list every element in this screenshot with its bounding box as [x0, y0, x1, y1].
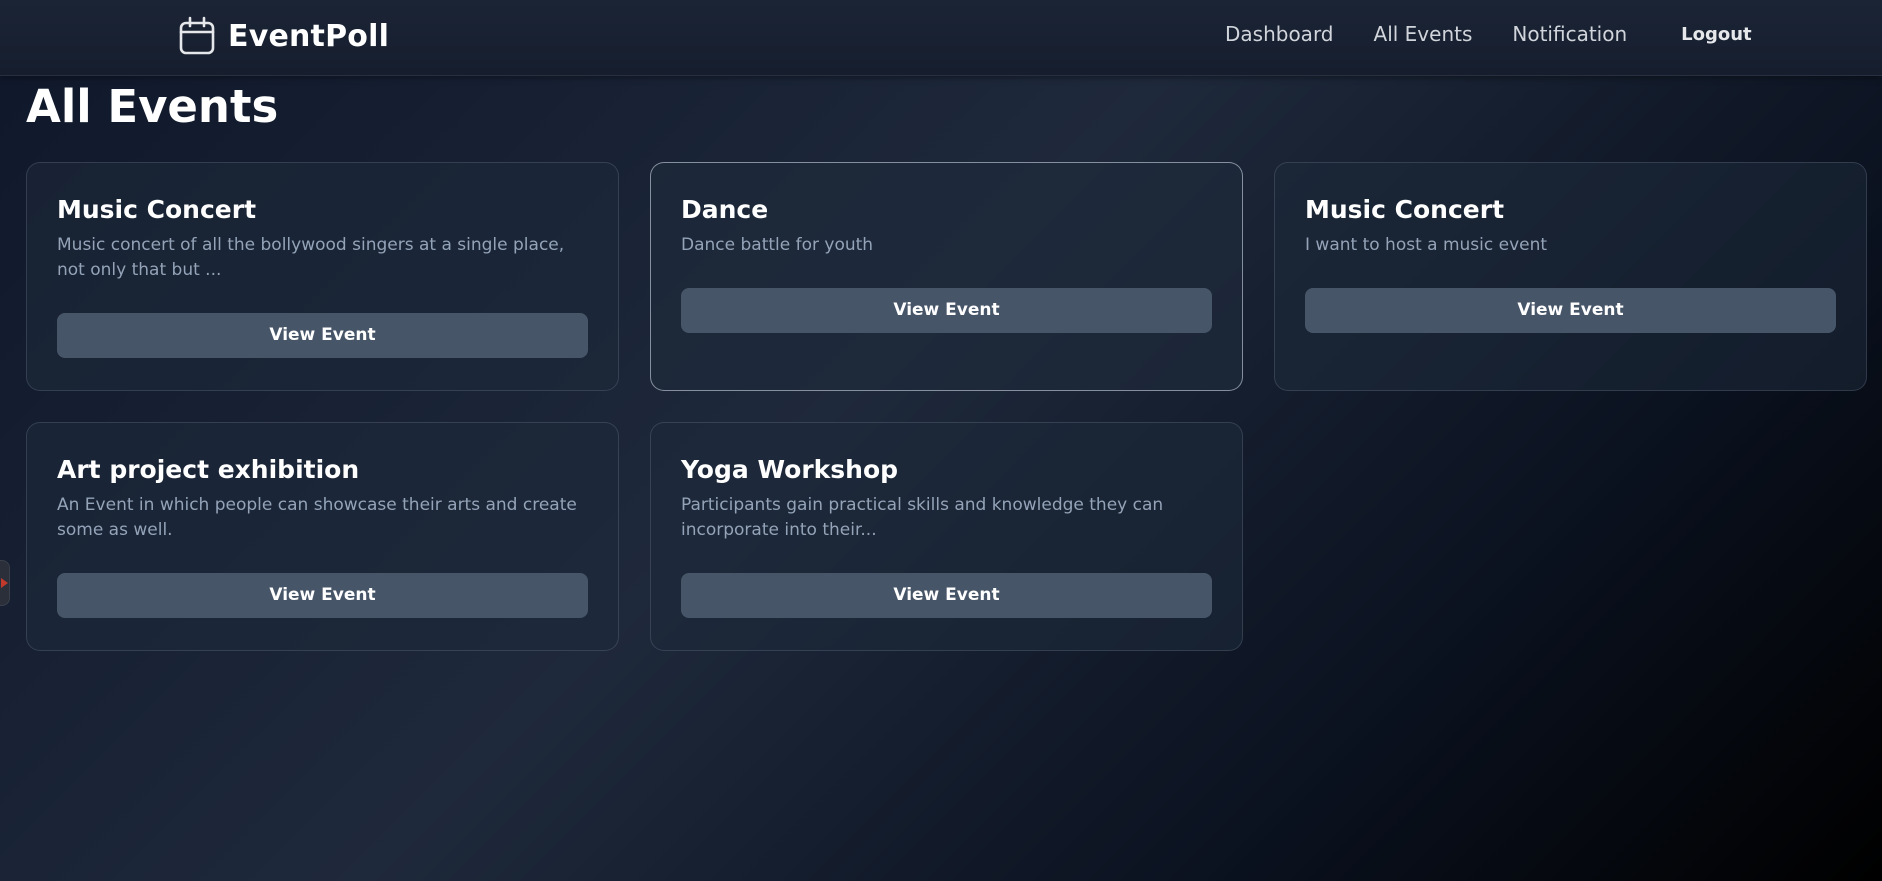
event-description: Participants gain practical skills and k… — [681, 494, 1164, 540]
nav-link-dashboard[interactable]: Dashboard — [1225, 22, 1334, 46]
event-card: Art project exhibition An Event in which… — [26, 422, 619, 651]
brand[interactable]: EventPoll — [178, 14, 389, 58]
nav-links: Dashboard All Events Notification Logout — [1225, 22, 1752, 46]
view-event-button[interactable]: View Event — [681, 572, 1212, 618]
event-description: Dance battle for youth — [681, 234, 874, 255]
event-description: An Event in which people can showcase th… — [57, 494, 577, 540]
brand-name: EventPoll — [228, 18, 390, 54]
event-title: Dance — [681, 195, 769, 224]
logout-button[interactable]: Logout — [1681, 24, 1752, 45]
page-title: All Events — [26, 80, 279, 133]
event-card: Music Concert I want to host a music eve… — [1274, 162, 1867, 391]
side-toggle-tab[interactable] — [0, 560, 10, 606]
event-title: Yoga Workshop — [681, 455, 899, 484]
event-card: Dance Dance battle for youth View Event — [650, 162, 1243, 391]
nav-link-all-events[interactable]: All Events — [1374, 22, 1473, 46]
event-title: Art project exhibition — [57, 455, 360, 484]
view-event-button[interactable]: View Event — [681, 287, 1212, 333]
view-event-button[interactable]: View Event — [1305, 287, 1836, 333]
arrow-right-icon — [1, 578, 8, 588]
events-grid: Music Concert Music concert of all the b… — [26, 162, 1867, 651]
event-title: Music Concert — [1305, 195, 1505, 224]
calendar-icon — [179, 16, 215, 55]
event-card: Yoga Workshop Participants gain practica… — [650, 422, 1243, 651]
event-description: I want to host a music event — [1305, 234, 1548, 255]
event-description: Music concert of all the bollywood singe… — [57, 234, 565, 280]
view-event-button[interactable]: View Event — [57, 312, 588, 358]
top-navbar: EventPoll Dashboard All Events Notificat… — [0, 0, 1882, 76]
view-event-button[interactable]: View Event — [57, 572, 588, 618]
event-card: Music Concert Music concert of all the b… — [26, 162, 619, 391]
nav-link-notification[interactable]: Notification — [1512, 22, 1627, 46]
event-title: Music Concert — [57, 195, 257, 224]
